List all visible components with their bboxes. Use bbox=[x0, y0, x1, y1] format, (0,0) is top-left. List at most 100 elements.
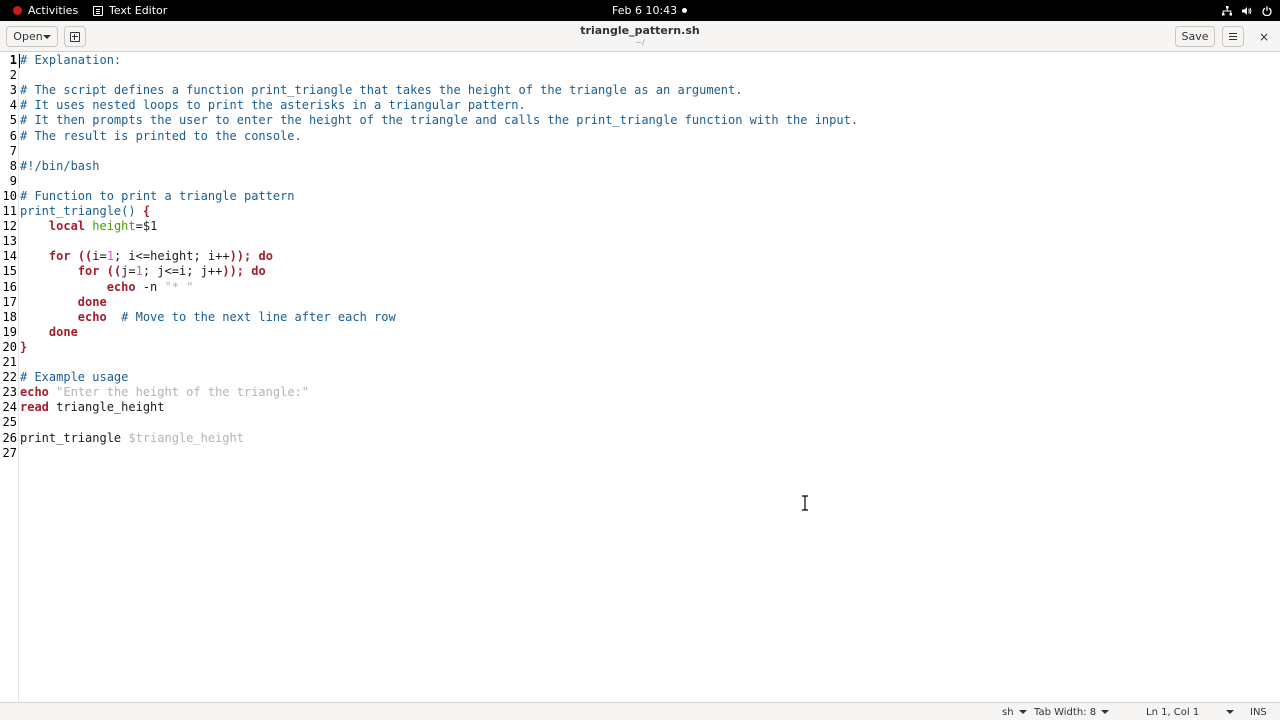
code-editor[interactable]: 1 # Explanation: 2 3 # The script defines a … bbox=[0, 52, 1280, 720]
line-text: print_triangle() { bbox=[20, 204, 150, 219]
line-number: 11 bbox=[2, 204, 17, 218]
document-path: ~/ bbox=[635, 38, 645, 47]
header-bar: Open triangle_pattern.sh ~/ Save bbox=[0, 21, 1280, 52]
line-number: 19 bbox=[2, 324, 17, 339]
line-text: # It then prompts the user to enter the … bbox=[20, 113, 858, 128]
line-text: # Function to print a triangle pattern bbox=[20, 189, 295, 204]
line-text: } bbox=[20, 340, 27, 355]
line-number: 15 bbox=[2, 264, 17, 279]
code-line[interactable]: 27 bbox=[0, 446, 1280, 461]
code-line[interactable]: 24 read triangle_height bbox=[0, 400, 1280, 415]
code-line[interactable]: 11 print_triangle() { bbox=[0, 204, 1280, 219]
code-line[interactable]: 15 for ((j=1; j<=i; j++)); do bbox=[0, 264, 1280, 279]
code-line[interactable]: 9 bbox=[0, 174, 1280, 189]
code-line[interactable]: 18 echo # Move to the next line after ea… bbox=[0, 310, 1280, 325]
line-number: 3 bbox=[9, 83, 17, 98]
line-text: for ((j=1; j<=i; j++)); do bbox=[20, 264, 266, 279]
code-line[interactable]: 7 bbox=[0, 144, 1280, 159]
line-text: # It uses nested loops to print the aste… bbox=[20, 98, 526, 113]
tab-width-selector[interactable]: Tab Width: 8 bbox=[1034, 703, 1110, 720]
clock-button[interactable]: Feb 6 10:43 bbox=[612, 0, 677, 21]
code-line[interactable]: 14 for ((i=1; i<=height; i++)); do bbox=[0, 249, 1280, 264]
code-token: 1 bbox=[135, 264, 143, 279]
close-window-button[interactable]: × bbox=[1256, 29, 1272, 45]
code-line[interactable]: 5 # It then prompts the user to enter the… bbox=[0, 113, 1280, 128]
line-text: read triangle_height bbox=[20, 400, 165, 415]
code-token: triangle_height bbox=[48, 400, 165, 415]
code-token: $triangle_height bbox=[128, 430, 244, 445]
code-line[interactable]: 13 bbox=[0, 234, 1280, 249]
hamburger-menu-icon bbox=[1229, 36, 1237, 37]
line-number: 9 bbox=[9, 173, 17, 188]
line-number: 26 bbox=[2, 430, 17, 445]
status-bar: sh Tab Width: 8 Ln 1, Col 1 INS bbox=[0, 702, 1280, 720]
code-token: # The script defines a function print_tr… bbox=[20, 83, 743, 98]
code-token: i= bbox=[92, 249, 107, 264]
code-line[interactable]: 3 # The script defines a function print_t… bbox=[0, 83, 1280, 98]
code-token: } bbox=[20, 339, 28, 354]
code-line[interactable]: 1 # Explanation: bbox=[0, 53, 1280, 68]
language-selector[interactable]: sh bbox=[1002, 703, 1027, 720]
line-number: 20 bbox=[2, 339, 17, 354]
line-text: echo -n "* " bbox=[20, 280, 194, 295]
code-token: local bbox=[48, 219, 86, 234]
code-line[interactable]: 12 local height=$1 bbox=[0, 219, 1280, 234]
insert-mode-indicator: INS bbox=[1250, 706, 1267, 718]
line-number: 23 bbox=[2, 385, 17, 400]
code-line[interactable]: 26 print_triangle $triangle_height bbox=[0, 431, 1280, 446]
code-token: # It then prompts the user to enter the … bbox=[20, 113, 859, 128]
line-number: 22 bbox=[2, 370, 17, 385]
code-line[interactable]: 10 # Function to print a triangle pattern bbox=[0, 189, 1280, 204]
code-line[interactable]: 21 bbox=[0, 355, 1280, 370]
code-line[interactable]: 22 # Example usage bbox=[0, 370, 1280, 385]
chevron-down-icon bbox=[1101, 710, 1110, 714]
chevron-down-icon[interactable] bbox=[1226, 710, 1234, 714]
save-button[interactable]: Save bbox=[1175, 26, 1215, 47]
code-line[interactable]: 6 # The result is printed to the console. bbox=[0, 129, 1280, 144]
line-text: for ((i=1; i<=height; i++)); do bbox=[20, 249, 273, 264]
app-menu-button[interactable]: Text Editor bbox=[93, 0, 167, 21]
code-line[interactable]: 19 done bbox=[0, 325, 1280, 340]
code-token: do bbox=[258, 249, 273, 264]
line-text: # The script defines a function print_tr… bbox=[20, 83, 742, 98]
code-line[interactable]: 2 bbox=[0, 68, 1280, 83]
line-number: 10 bbox=[2, 188, 17, 203]
line-text: # Example usage bbox=[20, 370, 128, 385]
line-number: 14 bbox=[2, 249, 17, 264]
line-number: 21 bbox=[2, 355, 17, 369]
code-line[interactable]: 8 #!/bin/bash bbox=[0, 159, 1280, 174]
power-icon bbox=[1262, 5, 1272, 16]
code-token: ; j<=i; j++ bbox=[142, 264, 223, 279]
line-text: echo # Move to the next line after each … bbox=[20, 310, 396, 325]
line-text: done bbox=[20, 325, 78, 340]
text-caret bbox=[19, 54, 20, 68]
cursor-position[interactable]: Ln 1, Col 1 bbox=[1146, 703, 1199, 720]
main-menu-button[interactable] bbox=[1222, 26, 1244, 47]
line-text: done bbox=[20, 295, 107, 310]
line-number: 16 bbox=[2, 279, 17, 294]
code-token: print_triangle() bbox=[20, 204, 143, 218]
line-number: 27 bbox=[2, 445, 17, 460]
line-number: 6 bbox=[9, 128, 17, 143]
code-line[interactable]: 23 echo "Enter the height of the triangle… bbox=[0, 385, 1280, 400]
system-tray[interactable] bbox=[1222, 0, 1272, 21]
line-number: 24 bbox=[2, 400, 17, 415]
code-line[interactable]: 16 echo -n "* " bbox=[0, 280, 1280, 295]
code-token: print_triangle bbox=[20, 430, 129, 445]
code-line[interactable]: 17 done bbox=[0, 295, 1280, 310]
text-editor-icon bbox=[93, 5, 103, 16]
code-line[interactable]: 25 bbox=[0, 415, 1280, 430]
activities-button[interactable]: Activities bbox=[13, 0, 78, 21]
line-number: 12 bbox=[2, 219, 17, 234]
code-token: echo bbox=[77, 309, 107, 324]
code-token: { bbox=[142, 204, 151, 218]
code-line[interactable]: 20} bbox=[0, 340, 1280, 355]
text-cursor-ibeam-icon bbox=[802, 495, 808, 511]
code-line[interactable]: 4 # It uses nested loops to print the ast… bbox=[0, 98, 1280, 113]
